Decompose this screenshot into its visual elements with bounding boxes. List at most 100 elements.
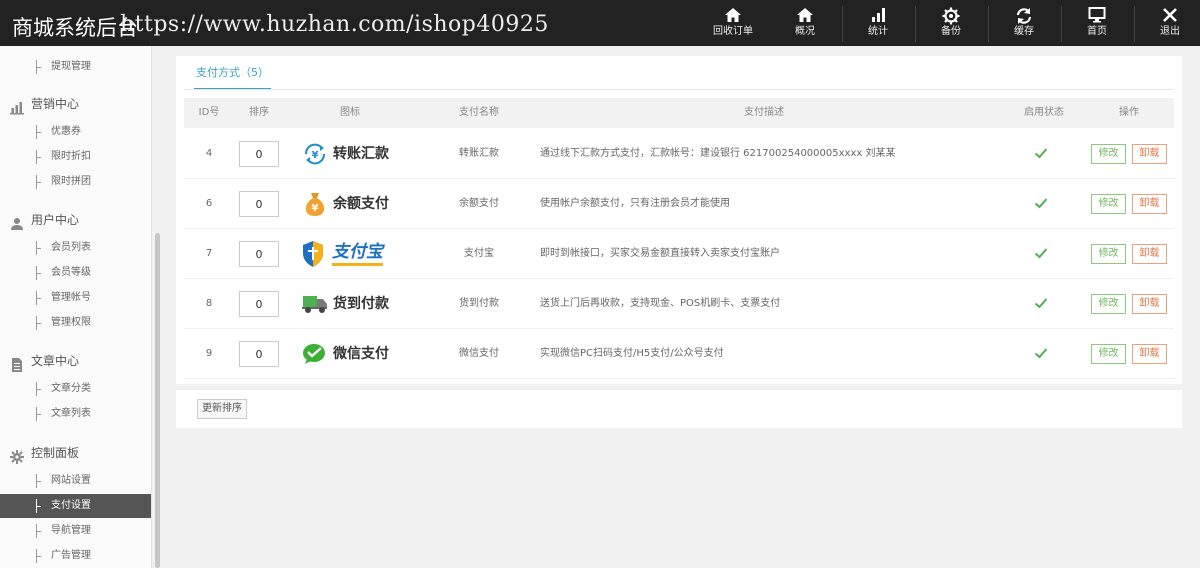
nav-recycle-orders[interactable]: 回收订单	[697, 0, 769, 46]
truck-icon	[302, 294, 328, 317]
tree-branch	[36, 150, 41, 164]
user-icon	[10, 213, 24, 230]
sidebar-section-users[interactable]: 用户中心	[0, 206, 151, 234]
sidebar-section-articles[interactable]: 文章中心	[0, 347, 151, 375]
watermark-text: https://www.huzhan.com/ishop40925	[120, 12, 549, 37]
tree-branch	[36, 291, 41, 305]
nav-statistics[interactable]: 统计	[842, 0, 914, 46]
sidebar-item-flash-discount[interactable]: 限时折扣	[0, 145, 151, 169]
enabled-check-icon	[1034, 196, 1048, 210]
tree-branch	[36, 549, 41, 563]
tree-branch	[36, 474, 41, 488]
uninstall-button[interactable]: 卸载	[1132, 194, 1167, 214]
brand-title: 商城系统后台	[12, 16, 138, 40]
edit-button[interactable]: 修改	[1091, 244, 1126, 264]
update-sort-button[interactable]: 更新排序	[197, 399, 247, 419]
payment-logo: ¥ 余额支付	[302, 189, 422, 219]
sidebar-item-article-list[interactable]: 文章列表	[0, 402, 151, 426]
sort-input[interactable]	[239, 291, 279, 317]
sidebar-item-admin-accounts[interactable]: 管理帐号	[0, 286, 151, 310]
row-id: 7	[205, 248, 213, 259]
nav-cache[interactable]: 缓存	[988, 0, 1060, 46]
sidebar: 提现管理 营销中心 优惠券 限时折扣 限时拼团 用户中心 会员列表 会员等级 管…	[0, 46, 152, 568]
sidebar-scrollbar[interactable]	[155, 233, 160, 568]
svg-text:¥: ¥	[312, 150, 319, 161]
tree-branch	[36, 499, 41, 513]
money-bag-icon: ¥	[304, 191, 326, 220]
tree-branch	[36, 241, 41, 255]
uninstall-button[interactable]: 卸载	[1132, 144, 1167, 164]
logo-text: 余额支付	[333, 196, 389, 212]
sidebar-item-ad-management[interactable]: 广告管理	[0, 544, 151, 568]
tree-branch	[36, 407, 41, 421]
table-row: 4 ¥ 转账汇款 转账汇款 通过线下汇款方式支付，汇款帐号：建设银行 62170…	[184, 129, 1174, 179]
sort-input[interactable]	[239, 241, 279, 267]
logo-text: 转账汇款	[333, 146, 389, 162]
edit-button[interactable]: 修改	[1091, 194, 1126, 214]
row-id: 8	[205, 298, 213, 309]
edit-button[interactable]: 修改	[1091, 344, 1126, 364]
column-header-name: 支付名称	[459, 107, 499, 118]
logo-text: 微信支付	[333, 346, 389, 362]
payment-name: 微信支付	[459, 348, 499, 359]
logo-text: 货到付款	[333, 296, 389, 312]
sort-input[interactable]	[239, 191, 279, 217]
column-header-ops: 操作	[1119, 107, 1139, 118]
sidebar-item-payment-settings[interactable]: 支付设置	[0, 494, 151, 518]
tab-payment-methods[interactable]: 支付方式（5）	[194, 62, 271, 90]
column-header-sort: 排序	[249, 107, 269, 118]
nav-backup[interactable]: 备份	[915, 0, 987, 46]
gear-icon	[10, 446, 24, 464]
sidebar-item-nav-management[interactable]: 导航管理	[0, 519, 151, 543]
column-header-desc: 支付描述	[744, 107, 784, 118]
sidebar-item-member-list[interactable]: 会员列表	[0, 236, 151, 260]
column-header-status: 启用状态	[1024, 107, 1064, 118]
payment-description: 即时到帐接口，买家交易金额直接转入卖家支付宝账户	[540, 248, 780, 259]
table-header: ID号 排序 图标 支付名称 支付描述 启用状态 操作	[184, 98, 1174, 128]
row-id: 9	[205, 348, 213, 359]
table-row: 8 货到付款 货到付款 送货上门后再收款，支持现金、POS机刷卡、支票支付 修改…	[184, 279, 1174, 329]
tree-branch	[36, 316, 41, 330]
tree-branch	[36, 125, 41, 139]
sidebar-item-member-levels[interactable]: 会员等级	[0, 261, 151, 285]
sort-input[interactable]	[239, 141, 279, 167]
sidebar-item-group-buy[interactable]: 限时拼团	[0, 170, 151, 194]
payment-name: 货到付款	[459, 298, 499, 309]
payment-logo: ¥ 转账汇款	[302, 139, 422, 169]
sidebar-item-article-categories[interactable]: 文章分类	[0, 377, 151, 401]
uninstall-button[interactable]: 卸载	[1132, 244, 1167, 264]
tree-branch	[36, 382, 41, 396]
payment-name: 支付宝	[464, 248, 494, 259]
wechat-icon	[302, 342, 328, 369]
monitor-icon	[1061, 0, 1133, 26]
sidebar-item-coupons[interactable]: 优惠券	[0, 120, 151, 144]
edit-button[interactable]: 修改	[1091, 144, 1126, 164]
sidebar-section-control-panel[interactable]: 控制面板	[0, 439, 151, 467]
uninstall-button[interactable]: 卸载	[1132, 294, 1167, 314]
uninstall-button[interactable]: 卸载	[1132, 344, 1167, 364]
nav-home[interactable]: 首页	[1061, 0, 1133, 46]
nav-overview[interactable]: 概况	[769, 0, 841, 46]
enabled-check-icon	[1034, 146, 1048, 160]
home-icon	[697, 0, 769, 26]
sidebar-item-site-settings[interactable]: 网站设置	[0, 469, 151, 493]
table-row: 6 ¥ 余额支付 余额支付 使用帐户余额支付，只有注册会员才能使用 修改 卸载	[184, 179, 1174, 229]
payment-logo: 货到付款	[302, 289, 422, 319]
gear-icon	[915, 0, 987, 26]
tab-divider	[184, 89, 1174, 90]
top-bar: https://www.huzhan.com/ishop40925 商城系统后台…	[0, 0, 1200, 46]
payment-logo: 支付宝	[302, 239, 422, 269]
bar-chart-icon	[10, 97, 24, 115]
sort-input[interactable]	[239, 341, 279, 367]
bank-transfer-icon: ¥	[302, 142, 328, 169]
logo-text: 支付宝	[332, 242, 383, 266]
sidebar-item-withdraw[interactable]: 提现管理	[0, 55, 151, 79]
nav-logout[interactable]: 退出	[1134, 0, 1200, 46]
sidebar-section-marketing[interactable]: 营销中心	[0, 90, 151, 118]
payment-description: 通过线下汇款方式支付，汇款帐号：建设银行 621700254000005xxxx…	[540, 148, 896, 159]
svg-text:¥: ¥	[312, 203, 319, 214]
sidebar-item-admin-permissions[interactable]: 管理权限	[0, 311, 151, 335]
table-row: 9 微信支付 微信支付 实现微信PC扫码支付/H5支付/公众号支付 修改 卸载	[184, 329, 1174, 379]
refresh-icon	[988, 0, 1060, 26]
edit-button[interactable]: 修改	[1091, 294, 1126, 314]
